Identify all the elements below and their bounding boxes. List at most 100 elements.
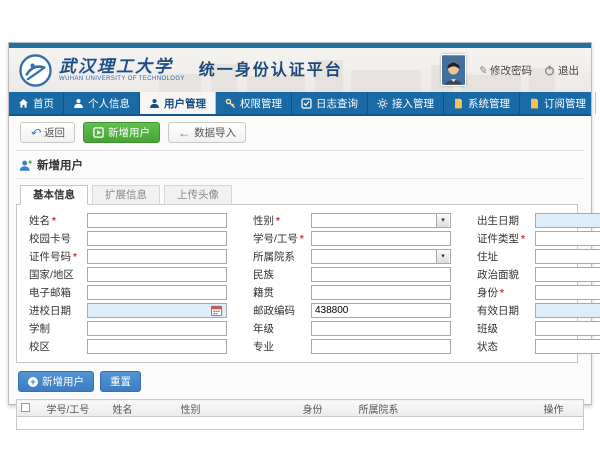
- nav-label: 用户管理: [164, 96, 206, 111]
- tab-system-management[interactable]: 系统管理: [444, 92, 520, 114]
- address-input[interactable]: [535, 249, 600, 264]
- political-status-input[interactable]: [535, 267, 600, 282]
- grade-input[interactable]: [311, 321, 451, 336]
- tab-user-management[interactable]: 用户管理: [140, 92, 216, 114]
- form-field: 所属院系 ▾: [253, 248, 451, 264]
- form-field: 证件类型*: [477, 230, 600, 246]
- department-select[interactable]: ▾: [311, 249, 451, 264]
- major-input[interactable]: [311, 339, 451, 354]
- id-number-input[interactable]: [87, 249, 227, 264]
- change-password-link[interactable]: ✎ 修改密码: [478, 63, 532, 78]
- logout-link[interactable]: 退出: [544, 63, 579, 78]
- nav-label: 接入管理: [392, 96, 434, 111]
- required-asterisk: *: [73, 252, 77, 263]
- field-label: 学制: [29, 323, 50, 335]
- form-field: 年级: [253, 320, 451, 336]
- tab-basic-info[interactable]: 基本信息: [20, 185, 88, 205]
- gender-select[interactable]: ▾: [311, 213, 451, 228]
- field-label: 性别: [253, 215, 274, 227]
- form-field: 籍贯: [253, 284, 451, 300]
- student-id-input[interactable]: [311, 231, 451, 246]
- university-name-en: WUHAN UNIVERSITY OF TECHNOLOGY: [59, 76, 185, 82]
- form-field: 班级: [477, 320, 600, 336]
- tab-personal-info[interactable]: 个人信息: [64, 92, 140, 114]
- nav-label: 个人信息: [88, 96, 130, 111]
- form-field: 民族: [253, 266, 451, 282]
- system-doc-icon: [453, 98, 464, 109]
- email-input[interactable]: [87, 285, 227, 300]
- reset-button[interactable]: 重置: [100, 371, 141, 392]
- tab-extended-info[interactable]: 扩展信息: [92, 185, 160, 205]
- postal-code-input[interactable]: [311, 303, 451, 318]
- birth-date-input[interactable]: [535, 213, 600, 228]
- required-asterisk: *: [300, 234, 304, 245]
- id-type-input[interactable]: [535, 231, 600, 246]
- submit-label: 新增用户: [42, 374, 84, 389]
- valid-date-input[interactable]: [535, 303, 600, 318]
- identity-input[interactable]: [535, 285, 600, 300]
- entry-date-input[interactable]: [87, 303, 227, 318]
- field-label: 电子邮箱: [29, 287, 71, 299]
- nav-label: 系统管理: [468, 96, 510, 111]
- tab-upload-avatar[interactable]: 上传头像: [164, 185, 232, 205]
- form-field: 电子邮箱: [29, 284, 227, 300]
- back-button[interactable]: ↶ 返回: [20, 122, 75, 143]
- form-field: 状态: [477, 338, 600, 354]
- platform-title: 统一身份认证平台: [199, 56, 343, 84]
- ethnicity-input[interactable]: [311, 267, 451, 282]
- users-icon: [149, 98, 160, 109]
- data-import-label: 数据导入: [194, 125, 236, 140]
- add-user-toolbar-button[interactable]: 新增用户: [83, 122, 160, 143]
- form-field: 性别* ▾: [253, 212, 451, 228]
- main-nav: 首页 个人信息 用户管理 权限管理 日志查询 接入管理 系统管理 订阅管理: [9, 92, 591, 116]
- data-import-button[interactable]: ← 数据导入: [168, 122, 246, 143]
- nav-label: 权限管理: [240, 96, 282, 111]
- tab-permission-management[interactable]: 权限管理: [216, 92, 292, 114]
- submit-add-user-button[interactable]: + 新增用户: [18, 371, 94, 392]
- form-field: 校园卡号: [29, 230, 227, 246]
- tab-log-query[interactable]: 日志查询: [292, 92, 368, 114]
- col-identity: 身份: [299, 400, 355, 417]
- campus-input[interactable]: [87, 339, 227, 354]
- campus-card-input[interactable]: [87, 231, 227, 246]
- chevron-down-icon: ▾: [436, 250, 449, 263]
- add-user-icon: [19, 159, 32, 172]
- field-label: 证件类型: [477, 233, 519, 245]
- form-field: 身份*: [477, 284, 600, 300]
- form-field: 专业: [253, 338, 451, 354]
- change-password-label: 修改密码: [490, 63, 532, 78]
- field-label: 所属院系: [253, 251, 295, 263]
- field-label: 民族: [253, 269, 274, 281]
- log-check-icon: [301, 98, 312, 109]
- form-field: 学号/工号*: [253, 230, 451, 246]
- country-input[interactable]: [87, 267, 227, 282]
- back-label: 返回: [44, 125, 65, 140]
- field-label: 出生日期: [477, 215, 519, 227]
- required-asterisk: *: [276, 216, 280, 227]
- field-label: 专业: [253, 341, 274, 353]
- logout-label: 退出: [558, 63, 579, 78]
- native-place-input[interactable]: [311, 285, 451, 300]
- form-field: 有效日期: [477, 302, 600, 318]
- page-title: 新增用户: [37, 157, 83, 173]
- required-asterisk: *: [500, 288, 504, 299]
- field-label: 校园卡号: [29, 233, 71, 245]
- key-icon: [225, 98, 236, 109]
- tab-access-management[interactable]: 接入管理: [368, 92, 444, 114]
- form-field: 学制: [29, 320, 227, 336]
- name-input[interactable]: [87, 213, 227, 228]
- col-name: 姓名: [109, 400, 177, 417]
- tab-subscription-management[interactable]: 订阅管理: [520, 92, 596, 114]
- field-label: 姓名: [29, 215, 50, 227]
- select-all-checkbox[interactable]: [21, 403, 30, 412]
- tab-home[interactable]: 首页: [9, 92, 64, 114]
- col-department: 所属院系: [355, 400, 540, 417]
- university-logo: [19, 54, 52, 87]
- study-length-input[interactable]: [87, 321, 227, 336]
- class-input[interactable]: [535, 321, 600, 336]
- field-label: 班级: [477, 323, 498, 335]
- form-field: 邮政编码: [253, 302, 451, 318]
- col-student-id: 学号/工号: [43, 400, 109, 417]
- status-input[interactable]: [535, 339, 600, 354]
- field-label: 住址: [477, 251, 498, 263]
